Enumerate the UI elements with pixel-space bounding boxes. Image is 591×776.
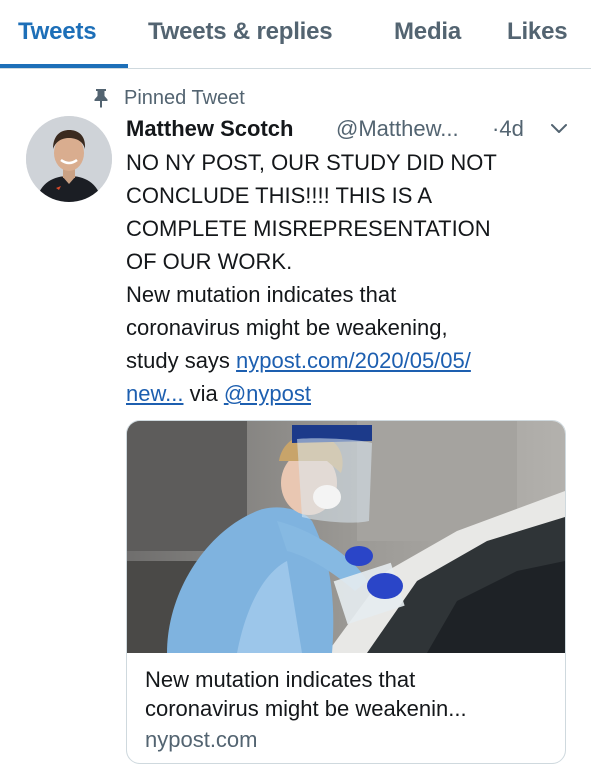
pinned-indicator: Pinned Tweet <box>92 86 245 110</box>
mention-link[interactable]: @nypost <box>224 381 311 406</box>
card-domain: nypost.com <box>145 727 258 752</box>
tab-tweets[interactable]: Tweets <box>18 18 97 46</box>
tab-media[interactable]: Media <box>394 18 461 46</box>
chevron-down-icon[interactable] <box>550 122 568 136</box>
card-title-line: coronavirus might be weakenin... <box>145 696 467 721</box>
tweet-text-study-says: study says <box>126 348 237 373</box>
tweet-text-line: CONCLUDE THIS!!!! THIS IS A <box>126 183 433 208</box>
pinned-label: Pinned Tweet <box>124 86 245 109</box>
card-title-line: New mutation indicates that <box>145 667 416 692</box>
article-link-continued[interactable]: new... <box>126 381 183 406</box>
card-image <box>127 421 565 653</box>
author-name[interactable]: Matthew Scotch <box>126 116 293 142</box>
tweet-text-line: study says nypost.com/2020/05/05/ <box>126 344 576 377</box>
tweet-header: Matthew Scotch @Matthew... ·4d <box>126 114 576 146</box>
article-link[interactable]: nypost.com/2020/05/05/ <box>236 348 471 373</box>
author-handle[interactable]: @Matthew... <box>336 116 459 142</box>
pin-icon <box>94 89 108 108</box>
tweet-text-line: coronavirus might be weakening, <box>126 315 448 340</box>
tweet-timestamp[interactable]: ·4d <box>492 116 524 142</box>
active-tab-indicator <box>0 64 128 68</box>
tab-tweets-and-replies[interactable]: Tweets & replies <box>148 18 333 46</box>
tweet-text-line: new... via @nypost <box>126 377 576 410</box>
link-preview-card[interactable]: New mutation indicates that coronavirus … <box>126 420 566 764</box>
via-text: via <box>183 381 224 406</box>
card-text: New mutation indicates that coronavirus … <box>145 665 555 754</box>
tweet-text-line: COMPLETE MISREPRESENTATION <box>126 216 491 241</box>
time-ago: 4d <box>499 116 524 141</box>
avatar-image <box>26 116 112 202</box>
profile-tabs: Tweets Tweets & replies Media Likes <box>0 0 591 69</box>
card-title: New mutation indicates that coronavirus … <box>145 665 555 723</box>
tab-likes[interactable]: Likes <box>507 18 568 46</box>
tweet-text: NO NY POST, OUR STUDY DID NOT CONCLUDE T… <box>126 146 576 410</box>
tweet-text-line: NO NY POST, OUR STUDY DID NOT <box>126 150 497 175</box>
tweet-text-line: OF OUR WORK. <box>126 249 293 274</box>
tweet-text-line: New mutation indicates that <box>126 282 397 307</box>
avatar[interactable] <box>26 116 112 202</box>
